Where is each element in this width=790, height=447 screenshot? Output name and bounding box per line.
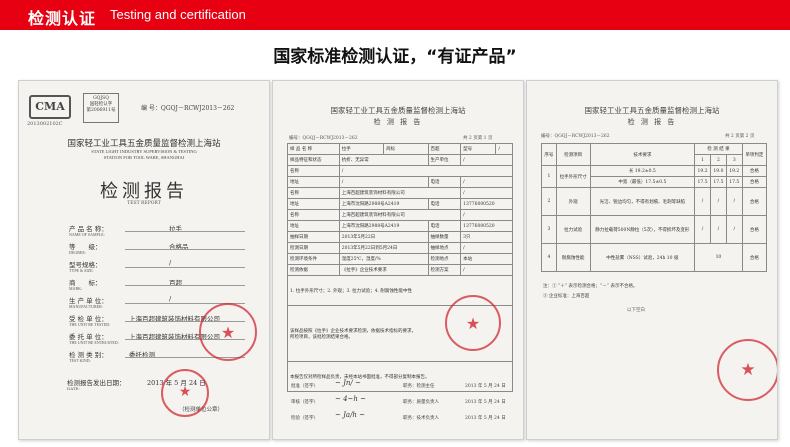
table-row: 抽样日期 2013年5月22日 抽样数量 3只: [287, 231, 513, 243]
signature-label: 审核（签字）: [291, 400, 318, 405]
signature-role: 职务：质量负责人: [403, 400, 439, 405]
signature-label: 批准（签字）: [291, 384, 318, 389]
signature-date: 2013 年 5 月 24 日: [465, 416, 506, 421]
handwritten-signature: ~ Jn/ ~: [335, 379, 361, 387]
table-row: 样 品 名 称拉手 商标 百超 型号 /: [287, 143, 513, 155]
field-value: /: [169, 295, 172, 303]
banner-title-en: Testing and certification: [110, 7, 246, 22]
signature-date: 2013 年 5 月 24 日: [465, 384, 506, 389]
table-row: 名称 上海百超建筑装饰材料有限公司 /: [287, 187, 513, 199]
field-label-en: NAME OF SAMPLE:: [69, 232, 105, 237]
accreditation-box: GQJSQ 国轻检认字 第2006911号: [83, 93, 119, 123]
banner-title-cn: 检测认证: [28, 9, 97, 28]
blank-marker: 以下空白: [627, 308, 645, 313]
report-station-title: 国家轻工业工具五金质量监督检测上海站: [584, 106, 720, 115]
report-serial: 编 号：QGQJ－RCWJ2013－262: [141, 105, 235, 112]
test-results-table: 序号 检测项目 技术要求 检 测 结 果 单项判定 123 1 拉手外形尺寸 长 …: [541, 143, 768, 272]
table-row: 检测环境条件 温度25℃，湿度/% 检测地点 本站: [287, 253, 513, 265]
red-seal-stamp: ★: [717, 339, 777, 401]
table-row: 检测日期 2013年5月22日到5月24日 抽样地点 /: [287, 242, 513, 254]
table-header-row: 序号 检测项目 技术要求 检 测 结 果 单项判定: [541, 143, 768, 166]
field-label-en: THE UNIT BE ENTRUSTED:: [69, 340, 119, 345]
report-title-en: TEST REPORT: [127, 201, 161, 206]
signature-label: 检验（签字）: [291, 416, 318, 421]
section-banner: 检测认证 Testing and certification: [0, 0, 790, 30]
red-seal-stamp: ★: [199, 303, 257, 361]
table-row: 4 耐腐蚀性能 中性盐雾（NSS）试验，24h 10 级 10 合格: [541, 243, 768, 272]
table-row: 1 拉手外形尺寸 长 19.2±0.5 19.2 19.0 19.2 合格: [541, 165, 768, 188]
table-row: 地址 上海市沈阳路2988号A2419 电话 13776000520: [287, 220, 513, 232]
table-note: 注：① “＋” 表示检测合格；“－” 表示不合格。: [543, 284, 638, 289]
report-info-table: 样 品 名 称拉手 商标 百超 型号 / 样品特征和状态 抗折、无异常 生产单位 / 名称 / …: [287, 143, 514, 392]
report-number: 编号：QGQJ－RCWJ2013－262: [289, 136, 358, 141]
table-row: 名称 上海百超建筑装饰材料有限公司 /: [287, 209, 513, 221]
table-row: 地址 / 电话 /: [287, 176, 513, 188]
field-label-en: THE UNIT BE TESTED:: [69, 322, 111, 327]
table-row: 检测依据 《拉手》企业技术要求 检测方案 /: [287, 264, 513, 276]
field-label-en: DEGREE:: [69, 250, 86, 255]
field-label-en: MARK:: [69, 286, 83, 291]
certificate-report-page-1: 国家轻工业工具五金质量监督检测上海站 检 测 报 告 编号：QGQJ－RCWJ2…: [272, 80, 524, 440]
report-subtitle: 检 测 报 告: [373, 118, 423, 126]
report-page-count: 共 2 页第 1 页: [463, 136, 493, 141]
cma-mark: CMA: [29, 95, 71, 119]
field-label-en: TYPE & SIZE:: [69, 268, 94, 273]
table-row: 地址 上海市沈阳路2988号A2419 电话 13776000520: [287, 198, 513, 210]
section-heading: 国家标准检测认证，“有证产品”: [273, 47, 517, 67]
red-seal-stamp: ★: [161, 369, 209, 417]
station-title-en: STATE LIGHT INDUSTRY SUPERVISION & TESTI…: [91, 149, 197, 160]
red-seal-stamp: ★: [445, 295, 501, 351]
cma-code: 2013002102C: [27, 121, 63, 127]
table-row: 2 外观 光洁、锐边均匀，不得有划痕、毛刺等缺陷 / / / 合格: [541, 187, 768, 216]
certificate-cover-page: CMA 2013002102C GQJSQ 国轻检认字 第2006911号 编 …: [18, 80, 270, 440]
field-value: /: [169, 259, 172, 267]
table-row: 样品特征和状态 抗折、无异常 生产单位 /: [287, 154, 513, 166]
certificate-report-page-2: 国家轻工业工具五金质量监督检测上海站 检 测 报 告 编号：QGQJ－RCWJ2…: [526, 80, 778, 440]
signature-role: 职务：检测主任: [403, 384, 435, 389]
report-station-title: 国家轻工业工具五金质量监督检测上海站: [330, 106, 466, 115]
signature-date: 2013 年 5 月 24 日: [465, 400, 506, 405]
table-note: ② 企业标准：上海百超: [543, 294, 590, 299]
report-title: 检测报告: [100, 181, 188, 202]
report-number: 编号：QGQJ－RCWJ2013－262: [541, 134, 610, 139]
field-label-en: TEST KIND:: [69, 358, 91, 363]
handwritten-signature: ~ Ja/h ~: [335, 411, 366, 419]
table-row: 3 拉力试验 静力拉载荷500N静拉（5次），不得损坏及变形 / / / 合格: [541, 215, 768, 244]
signature-role: 职务：技术负责人: [403, 416, 439, 421]
field-label-en: MANUFACTURER:: [69, 304, 103, 309]
report-subtitle: 检 测 报 告: [627, 118, 677, 126]
handwritten-signature: ~ 4~h ~: [335, 395, 367, 403]
station-title-cn: 国家轻工业工具五金质量监督检测上海站: [67, 139, 221, 149]
report-page-count: 共 2 页第 2 页: [725, 134, 755, 139]
issue-date-label-en: DATE:: [67, 386, 80, 391]
table-row: 名称 /: [287, 165, 514, 177]
